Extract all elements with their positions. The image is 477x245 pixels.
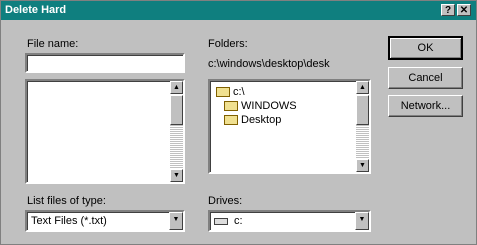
close-button[interactable]: ✕ bbox=[457, 4, 471, 16]
scroll-thumb[interactable] bbox=[356, 95, 369, 125]
help-button[interactable]: ? bbox=[441, 4, 455, 16]
dialog-title: Delete Hard bbox=[5, 4, 67, 16]
ok-button[interactable]: OK bbox=[388, 36, 463, 60]
chevron-down-icon[interactable]: ▼ bbox=[355, 212, 369, 230]
tree-item-label: WINDOWS bbox=[241, 100, 297, 112]
file-type-select[interactable]: Text Files (*.txt) ▼ bbox=[25, 210, 185, 232]
file-name-label: File name: bbox=[27, 38, 79, 50]
tree-item[interactable]: Desktop bbox=[224, 113, 281, 127]
current-path: c:\windows\desktop\desk bbox=[208, 58, 330, 70]
scroll-up-arrow-icon[interactable]: ▲ bbox=[170, 81, 183, 94]
chevron-down-icon[interactable]: ▼ bbox=[169, 212, 183, 230]
scroll-down-arrow-icon[interactable]: ▼ bbox=[170, 169, 183, 182]
file-type-value: Text Files (*.txt) bbox=[31, 215, 107, 227]
cancel-button[interactable]: Cancel bbox=[388, 67, 463, 89]
drive-display: c: bbox=[214, 215, 243, 227]
files-scrollbar[interactable]: ▲ ▼ bbox=[170, 81, 183, 182]
scroll-up-arrow-icon[interactable]: ▲ bbox=[356, 81, 369, 94]
drives-label: Drives: bbox=[208, 195, 243, 207]
folders-label: Folders: bbox=[208, 38, 248, 50]
files-listbox[interactable]: ▲ ▼ bbox=[25, 79, 185, 184]
open-folder-icon bbox=[224, 115, 238, 126]
delete-hard-dialog: Delete Hard ? ✕ File name: ▲ ▼ Folders: … bbox=[0, 0, 477, 245]
tree-item-label: c:\ bbox=[233, 86, 245, 98]
folders-tree[interactable]: c:\ WINDOWS Desktop ▲ ▼ bbox=[208, 79, 371, 174]
open-folder-icon bbox=[216, 87, 230, 98]
hard-drive-icon bbox=[214, 217, 228, 225]
tree-item[interactable]: WINDOWS bbox=[224, 99, 297, 113]
help-icon: ? bbox=[444, 5, 452, 16]
close-icon: ✕ bbox=[459, 5, 469, 16]
scroll-down-arrow-icon[interactable]: ▼ bbox=[356, 159, 369, 172]
tree-item-label: Desktop bbox=[241, 114, 282, 126]
title-bar[interactable]: Delete Hard ? ✕ bbox=[1, 1, 476, 20]
open-folder-icon bbox=[224, 101, 238, 112]
folders-scrollbar[interactable]: ▲ ▼ bbox=[356, 81, 369, 172]
file-type-label: List files of type: bbox=[27, 195, 106, 207]
tree-item[interactable]: c:\ bbox=[216, 85, 245, 99]
file-name-input[interactable] bbox=[25, 53, 185, 73]
drives-select[interactable]: c: ▼ bbox=[208, 210, 371, 232]
scroll-thumb[interactable] bbox=[170, 95, 183, 125]
network-button[interactable]: Network... bbox=[388, 95, 463, 117]
drives-value: c: bbox=[234, 215, 243, 227]
